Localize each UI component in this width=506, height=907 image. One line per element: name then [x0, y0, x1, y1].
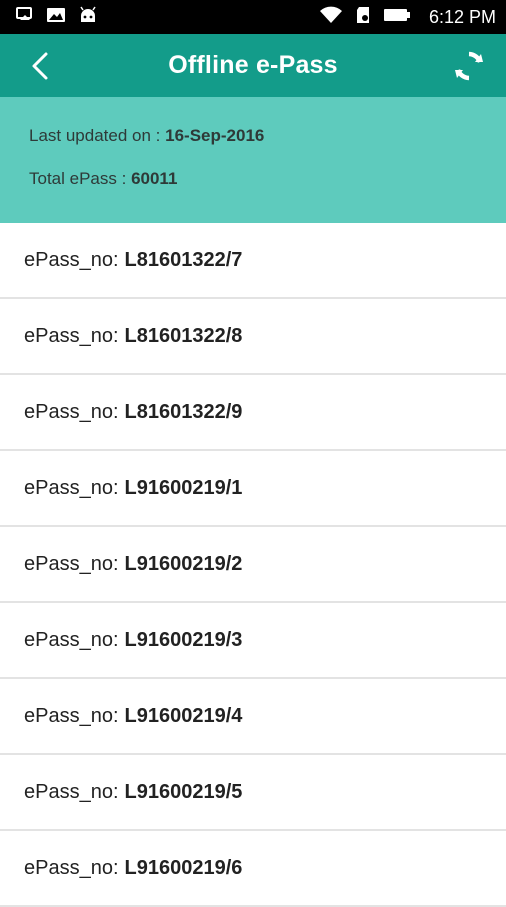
total-epass-row: Total ePass : 60011	[29, 168, 506, 190]
list-item[interactable]: ePass_no: L91600219/6	[0, 831, 506, 907]
epass-number: L91600219/5	[124, 780, 243, 803]
epass-label: ePass_no:	[24, 248, 119, 271]
list-item[interactable]: ePass_no: L91600219/2	[0, 527, 506, 603]
epass-number: L91600219/2	[124, 552, 243, 575]
last-updated-value: 16-Sep-2016	[165, 126, 265, 145]
status-time: 6:12 PM	[428, 6, 496, 27]
image-icon	[46, 7, 66, 28]
back-button[interactable]	[22, 48, 58, 84]
epass-label: ePass_no:	[24, 400, 119, 423]
total-epass-value: 60011	[131, 169, 178, 188]
list-item[interactable]: ePass_no: L81601322/9	[0, 375, 506, 451]
list-item[interactable]: ePass_no: L91600219/4	[0, 679, 506, 755]
list-item[interactable]: ePass_no: L91600219/1	[0, 451, 506, 527]
epass-number: L91600219/3	[124, 628, 243, 651]
sync-info-panel: Last updated on : 16-Sep-2016 Total ePas…	[0, 97, 506, 223]
refresh-button[interactable]	[450, 47, 488, 85]
epass-label: ePass_no:	[24, 324, 119, 347]
battery-icon	[383, 7, 411, 28]
last-updated-label: Last updated on :	[29, 126, 161, 145]
list-item[interactable]: ePass_no: L91600219/5	[0, 755, 506, 831]
epass-number: L81601322/8	[124, 324, 243, 347]
chevron-left-icon	[32, 52, 48, 80]
epass-label: ePass_no:	[24, 552, 119, 575]
list-item[interactable]: ePass_no: L91600219/3	[0, 603, 506, 679]
android-icon	[78, 6, 98, 29]
epass-number: L81601322/9	[124, 400, 243, 423]
status-left-icons	[16, 6, 98, 29]
epass-label: ePass_no:	[24, 628, 119, 651]
epass-number: L91600219/6	[124, 856, 243, 879]
last-updated-row: Last updated on : 16-Sep-2016	[29, 125, 506, 147]
epass-label: ePass_no:	[24, 780, 119, 803]
epass-number: L81601322/7	[124, 248, 243, 271]
status-bar: 6:12 PM	[0, 0, 506, 34]
screen-cast-icon	[16, 6, 34, 28]
page-title: Offline e-Pass	[168, 51, 338, 79]
epass-number: L91600219/4	[124, 704, 243, 727]
epass-label: ePass_no:	[24, 856, 119, 879]
total-epass-label: Total ePass :	[29, 169, 127, 188]
epass-label: ePass_no:	[24, 476, 119, 499]
status-right-icons: 6:12 PM	[319, 6, 496, 29]
list-item[interactable]: ePass_no: L81601322/8	[0, 299, 506, 375]
epass-list: ePass_no: L81601322/7 ePass_no: L8160132…	[0, 223, 506, 907]
epass-label: ePass_no:	[24, 704, 119, 727]
app-bar: Offline e-Pass	[0, 34, 506, 97]
refresh-icon	[455, 51, 483, 81]
sd-card-icon	[355, 6, 371, 29]
wifi-icon	[319, 6, 343, 29]
epass-number: L91600219/1	[124, 476, 243, 499]
list-item[interactable]: ePass_no: L81601322/7	[0, 223, 506, 299]
